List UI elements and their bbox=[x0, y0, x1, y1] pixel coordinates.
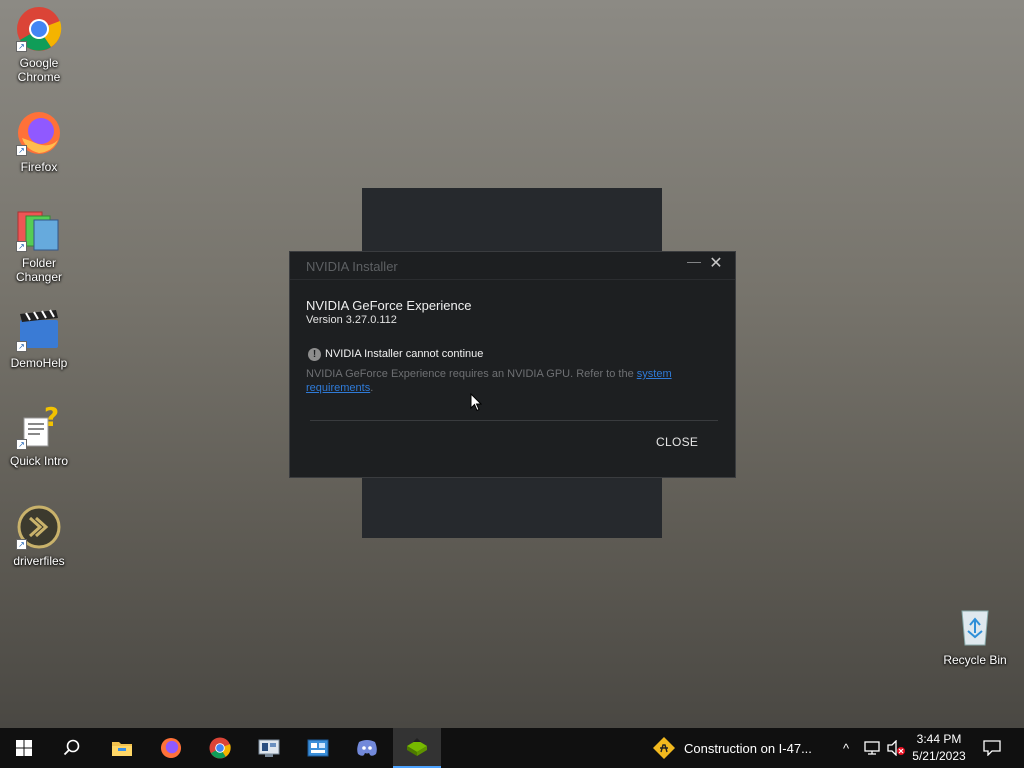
product-version: Version 3.27.0.112 bbox=[306, 314, 397, 326]
desktop-icon-demohelp[interactable]: ↗ DemoHelp bbox=[1, 306, 77, 370]
system-clock[interactable]: 3:44 PM 5/21/2023 bbox=[906, 731, 972, 765]
desktop-icon-firefox[interactable]: ↗ Firefox bbox=[1, 110, 77, 174]
taskbar-firefox[interactable] bbox=[147, 728, 195, 768]
taskbar-app-monitor[interactable] bbox=[245, 728, 293, 768]
product-name: NVIDIA GeForce Experience bbox=[306, 298, 472, 313]
monitor-app-icon bbox=[258, 739, 280, 757]
icon-label: Quick Intro bbox=[9, 454, 69, 468]
title-divider bbox=[290, 279, 735, 280]
icon-label: Changer bbox=[15, 270, 63, 284]
recycle-bin-icon bbox=[952, 603, 998, 649]
desktop-icon-quick-intro[interactable]: ? ↗ Quick Intro bbox=[1, 403, 77, 468]
error-message: NVIDIA GeForce Experience requires an NV… bbox=[306, 367, 716, 395]
footer-divider bbox=[310, 420, 718, 421]
desktop-icon-recycle-bin[interactable]: Recycle Bin bbox=[937, 603, 1013, 667]
action-center-button[interactable] bbox=[978, 728, 1006, 768]
search-button[interactable] bbox=[48, 728, 96, 768]
firefox-icon: ↗ bbox=[16, 110, 62, 156]
taskbar-app-control-panel[interactable] bbox=[294, 728, 342, 768]
firefox-icon bbox=[160, 737, 182, 759]
icon-label: Recycle Bin bbox=[943, 653, 1007, 667]
folder-changer-icon: ↗ bbox=[16, 206, 62, 252]
notification-icon bbox=[983, 740, 1001, 756]
tray-chevron-icon[interactable]: ^ bbox=[836, 728, 856, 768]
driverfiles-icon: ↗ bbox=[16, 504, 62, 550]
warning-icon: ! bbox=[308, 348, 321, 361]
close-button[interactable]: CLOSE bbox=[656, 435, 698, 449]
chrome-icon: ↗ bbox=[16, 6, 62, 52]
taskbar-nvidia-installer[interactable] bbox=[393, 728, 441, 768]
taskbar-file-explorer[interactable] bbox=[98, 728, 146, 768]
discord-icon bbox=[357, 740, 377, 756]
clapperboard-icon: ↗ bbox=[16, 306, 62, 352]
error-text: NVIDIA GeForce Experience requires an NV… bbox=[306, 368, 634, 380]
icon-label: Chrome bbox=[17, 70, 61, 84]
close-icon[interactable]: ✕ bbox=[708, 253, 724, 273]
taskbar: Construction on I-47... ^ 3:44 PM 5/21/2… bbox=[0, 728, 1024, 768]
icon-label: Google bbox=[19, 56, 59, 70]
taskbar-discord[interactable] bbox=[343, 728, 391, 768]
desktop-icon-driverfiles[interactable]: ↗ driverfiles bbox=[1, 504, 77, 568]
network-icon[interactable] bbox=[860, 728, 884, 768]
nvidia-installer-icon bbox=[407, 738, 427, 756]
search-icon bbox=[63, 739, 80, 756]
help-document-icon: ? ↗ bbox=[16, 403, 62, 450]
icon-label: Folder bbox=[21, 256, 56, 270]
windows-logo-icon bbox=[16, 740, 32, 756]
desktop-icon-folder-changer[interactable]: ↗ Folder Changer bbox=[1, 206, 77, 284]
minimize-button[interactable]: — bbox=[686, 253, 702, 269]
traffic-warning-icon bbox=[653, 737, 675, 759]
icon-label: driverfiles bbox=[13, 554, 65, 568]
volume-muted-icon[interactable] bbox=[884, 728, 908, 768]
desktop-icon-google-chrome[interactable]: ↗ Google Chrome bbox=[1, 6, 77, 84]
folder-icon bbox=[112, 742, 132, 756]
icon-label: Firefox bbox=[20, 160, 58, 174]
nvidia-installer-dialog: NVIDIA Installer — ✕ NVIDIA GeForce Expe… bbox=[289, 251, 736, 478]
icon-label: DemoHelp bbox=[10, 356, 68, 370]
error-text-end: . bbox=[370, 382, 374, 394]
dialog-title: NVIDIA Installer bbox=[306, 259, 398, 274]
mouse-cursor-icon bbox=[470, 392, 483, 417]
control-panel-icon bbox=[307, 739, 329, 757]
error-title: NVIDIA Installer cannot continue bbox=[325, 348, 484, 360]
weather-traffic-notification[interactable]: Construction on I-47... bbox=[652, 728, 812, 768]
clock-time: 3:44 PM bbox=[916, 732, 962, 746]
chrome-icon bbox=[209, 737, 231, 759]
svg-text:?: ? bbox=[44, 404, 59, 433]
notification-text: Construction on I-47... bbox=[684, 740, 812, 756]
start-button[interactable] bbox=[0, 728, 48, 768]
taskbar-chrome[interactable] bbox=[196, 728, 244, 768]
clock-date: 5/21/2023 bbox=[912, 749, 966, 763]
